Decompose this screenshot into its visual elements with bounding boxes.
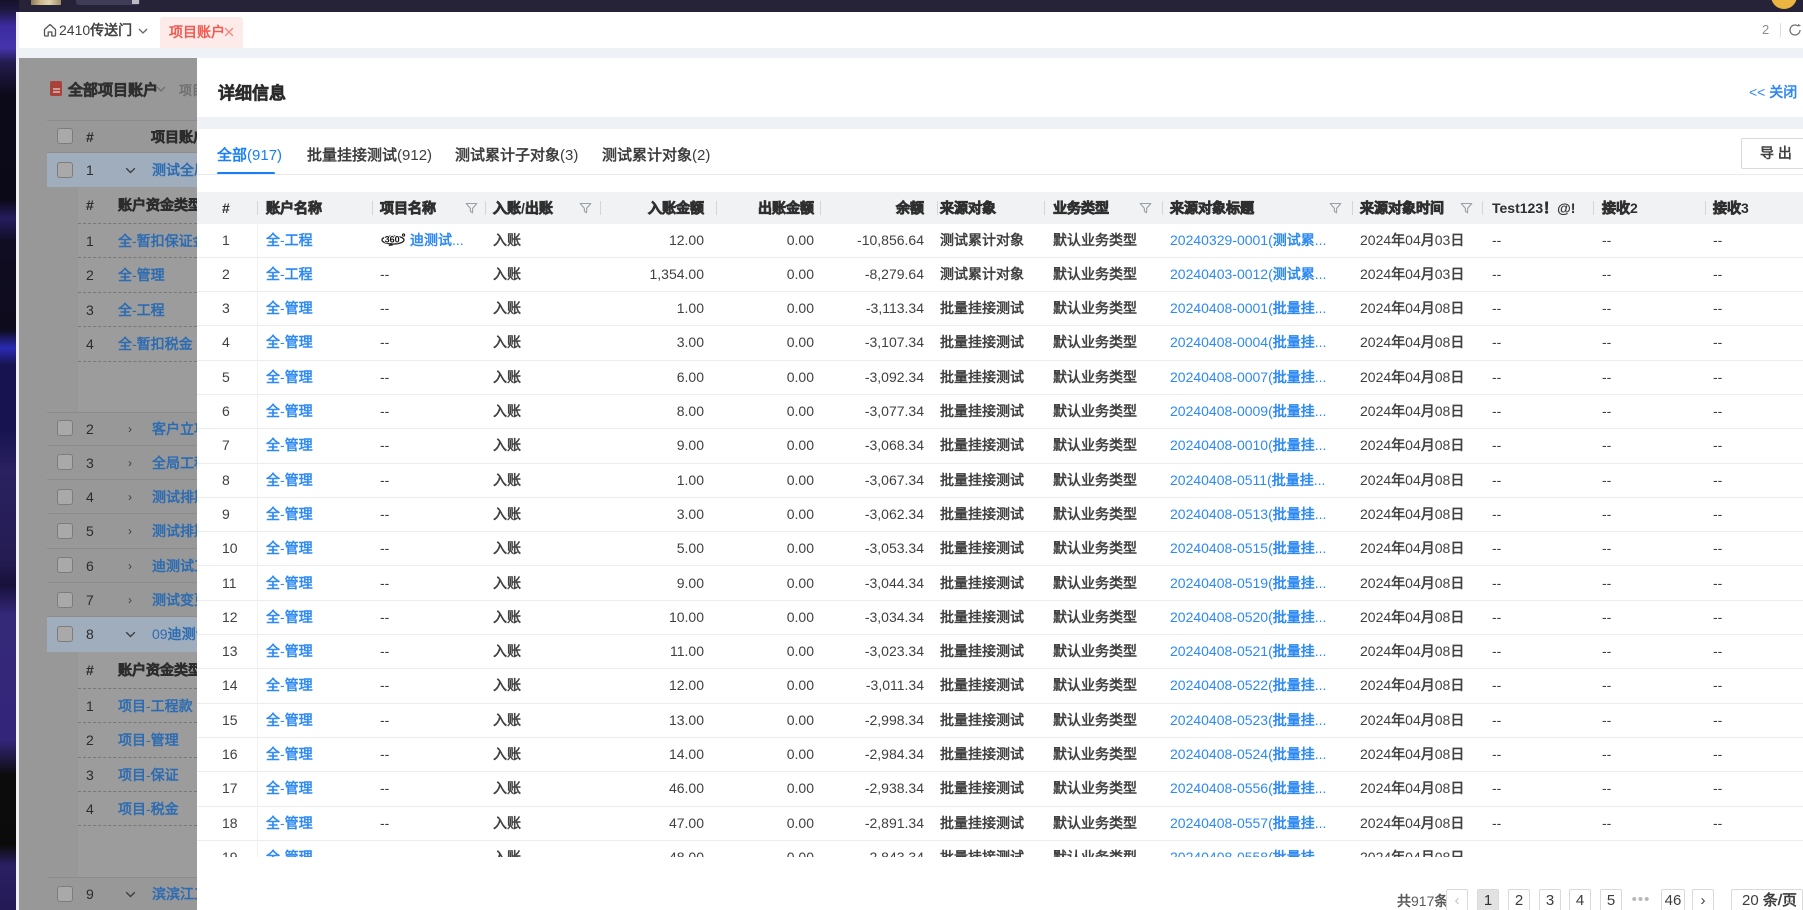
svg-text:360: 360: [385, 234, 400, 244]
